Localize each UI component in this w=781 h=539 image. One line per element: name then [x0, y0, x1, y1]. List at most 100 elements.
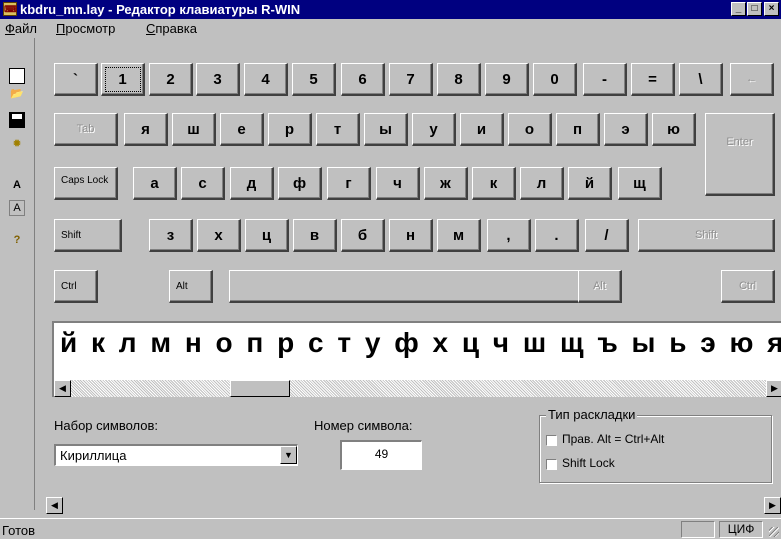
key-r4-5[interactable]: б — [341, 219, 385, 252]
key-r3-2[interactable]: с — [181, 167, 225, 200]
key-r1-11[interactable]: - — [583, 63, 627, 96]
key-capslock[interactable]: Caps Lock — [54, 167, 118, 200]
key-r2-8[interactable]: и — [460, 113, 504, 146]
key-r4-7[interactable]: м — [437, 219, 481, 252]
key-r3-5[interactable]: г — [327, 167, 371, 200]
key-r1-12[interactable]: = — [631, 63, 675, 96]
status-bar: Готов ЦИФ — [0, 518, 781, 539]
save-disk-icon[interactable] — [9, 112, 25, 128]
new-file-icon[interactable] — [9, 68, 25, 84]
key-r3-10[interactable]: й — [568, 167, 612, 200]
key-r1-13[interactable]: \ — [679, 63, 723, 96]
key-r1-8[interactable]: 8 — [437, 63, 481, 96]
keyboard-area: ` 1 2 3 4 5 6 7 8 9 0- = \ ← Tab я ш е р т ы у и о п э ю Enter Caps … — [46, 38, 781, 316]
key-r2-5[interactable]: т — [316, 113, 360, 146]
key-r1-6[interactable]: 6 — [341, 63, 385, 96]
charset-select[interactable]: Кириллица ▼ — [54, 444, 298, 466]
scroll-right-icon[interactable]: ▶ — [766, 380, 781, 397]
key-r2-4[interactable]: р — [268, 113, 312, 146]
key-r1-2[interactable]: 2 — [149, 63, 193, 96]
key-ctrl-left[interactable]: Ctrl — [54, 270, 98, 303]
key-r3-1[interactable]: а — [133, 167, 177, 200]
layout-type-group: Тип раскладки Прав. Alt = Ctrl+Alt Shift… — [539, 407, 772, 483]
key-r2-12[interactable]: ю — [652, 113, 696, 146]
key-r4-2[interactable]: х — [197, 219, 241, 252]
resize-grip-icon[interactable] — [769, 527, 779, 537]
chevron-down-icon[interactable]: ▼ — [280, 446, 297, 464]
key-r3-9[interactable]: л — [520, 167, 564, 200]
shiftlock-checkbox[interactable] — [546, 459, 557, 470]
key-shift-left[interactable]: Shift — [54, 219, 122, 252]
menu-view[interactable]: Просмотр — [56, 21, 115, 36]
menu-bar: Файл Просмотр Справка — [0, 19, 781, 38]
menu-file[interactable]: Файл — [5, 21, 37, 36]
title-bar: ⌨ kbdru_mn.lay - Редактор клавиатуры R-W… — [0, 0, 781, 19]
help-icon[interactable]: ? — [9, 233, 25, 249]
lightbulb-icon[interactable]: ✹ — [9, 137, 25, 153]
character-strip[interactable]: й к л м н о п р с т у ф х ц ч ш щ ъ ы ь … — [52, 321, 781, 397]
key-tab[interactable]: Tab — [54, 113, 118, 146]
close-button[interactable]: × — [764, 2, 779, 16]
key-alt-right[interactable]: Alt — [578, 270, 622, 303]
status-text: Готов — [2, 523, 36, 538]
window-title: kbdru_mn.lay - Редактор клавиатуры R-WIN — [20, 2, 301, 17]
key-r2-2[interactable]: ш — [172, 113, 216, 146]
shiftlock-label[interactable]: Shift Lock — [562, 456, 615, 470]
key-shift-right[interactable]: Shift — [638, 219, 775, 252]
key-r1-3[interactable]: 3 — [196, 63, 240, 96]
key-space[interactable] — [229, 270, 619, 303]
key-r1-10[interactable]: 0 — [533, 63, 577, 96]
scroll-right-icon[interactable]: ▶ — [764, 497, 781, 514]
key-r1-9[interactable]: 9 — [485, 63, 529, 96]
charset-value: Кириллица — [60, 448, 127, 463]
key-r4-4[interactable]: в — [293, 219, 337, 252]
key-r3-11[interactable]: щ — [618, 167, 662, 200]
scroll-thumb[interactable] — [230, 380, 290, 397]
minimize-button[interactable]: _ — [731, 2, 746, 16]
key-r3-7[interactable]: ж — [424, 167, 468, 200]
key-r1-1[interactable]: 1 — [101, 63, 145, 96]
maximize-button[interactable]: □ — [747, 2, 762, 16]
key-r2-11[interactable]: э — [604, 113, 648, 146]
altgr-checkbox[interactable] — [546, 435, 557, 446]
key-r1-5[interactable]: 5 — [292, 63, 336, 96]
key-ctrl-right[interactable]: Ctrl — [721, 270, 775, 303]
character-list[interactable]: й к л м н о п р с т у ф х ц ч ш щ ъ ы ь … — [60, 327, 781, 359]
key-r2-1[interactable]: я — [124, 113, 168, 146]
key-enter[interactable]: Enter — [705, 113, 775, 196]
open-folder-icon[interactable]: 📂 — [9, 87, 25, 103]
key-backspace[interactable]: ← — [730, 63, 774, 96]
character-scrollbar[interactable]: ◀ ▶ — [54, 380, 781, 397]
key-r4-9[interactable]: . — [535, 219, 579, 252]
key-r4-8[interactable]: , — [487, 219, 531, 252]
font-a-outline-icon[interactable]: A — [9, 200, 25, 216]
key-r3-6[interactable]: ч — [376, 167, 420, 200]
key-r2-7[interactable]: у — [412, 113, 456, 146]
key-r4-10[interactable]: / — [585, 219, 629, 252]
key-r2-6[interactable]: ы — [364, 113, 408, 146]
charset-label: Набор символов: — [54, 418, 159, 433]
key-r2-10[interactable]: п — [556, 113, 600, 146]
key-r3-4[interactable]: ф — [278, 167, 322, 200]
key-r2-9[interactable]: о — [508, 113, 552, 146]
status-panel-empty — [681, 521, 715, 538]
key-r4-3[interactable]: ц — [245, 219, 289, 252]
key-r2-3[interactable]: е — [220, 113, 264, 146]
key-r3-3[interactable]: д — [230, 167, 274, 200]
altgr-label[interactable]: Прав. Alt = Ctrl+Alt — [562, 432, 664, 446]
menu-help[interactable]: Справка — [146, 21, 197, 36]
layout-type-legend: Тип раскладки — [546, 407, 638, 422]
key-r1-7[interactable]: 7 — [389, 63, 433, 96]
charnum-field[interactable]: 49 — [340, 440, 422, 470]
window-hscroll[interactable]: ◀ ▶ — [46, 497, 781, 514]
scroll-left-icon[interactable]: ◀ — [54, 380, 71, 397]
font-a-icon[interactable]: A — [9, 178, 25, 194]
scroll-left-icon[interactable]: ◀ — [46, 497, 63, 514]
key-alt-left[interactable]: Alt — [169, 270, 213, 303]
key-r4-1[interactable]: з — [149, 219, 193, 252]
key-r3-8[interactable]: к — [472, 167, 516, 200]
app-keyboard-icon[interactable]: ⌨ — [3, 2, 17, 16]
key-r1-0[interactable]: ` — [54, 63, 98, 96]
key-r4-6[interactable]: н — [389, 219, 433, 252]
key-r1-4[interactable]: 4 — [244, 63, 288, 96]
